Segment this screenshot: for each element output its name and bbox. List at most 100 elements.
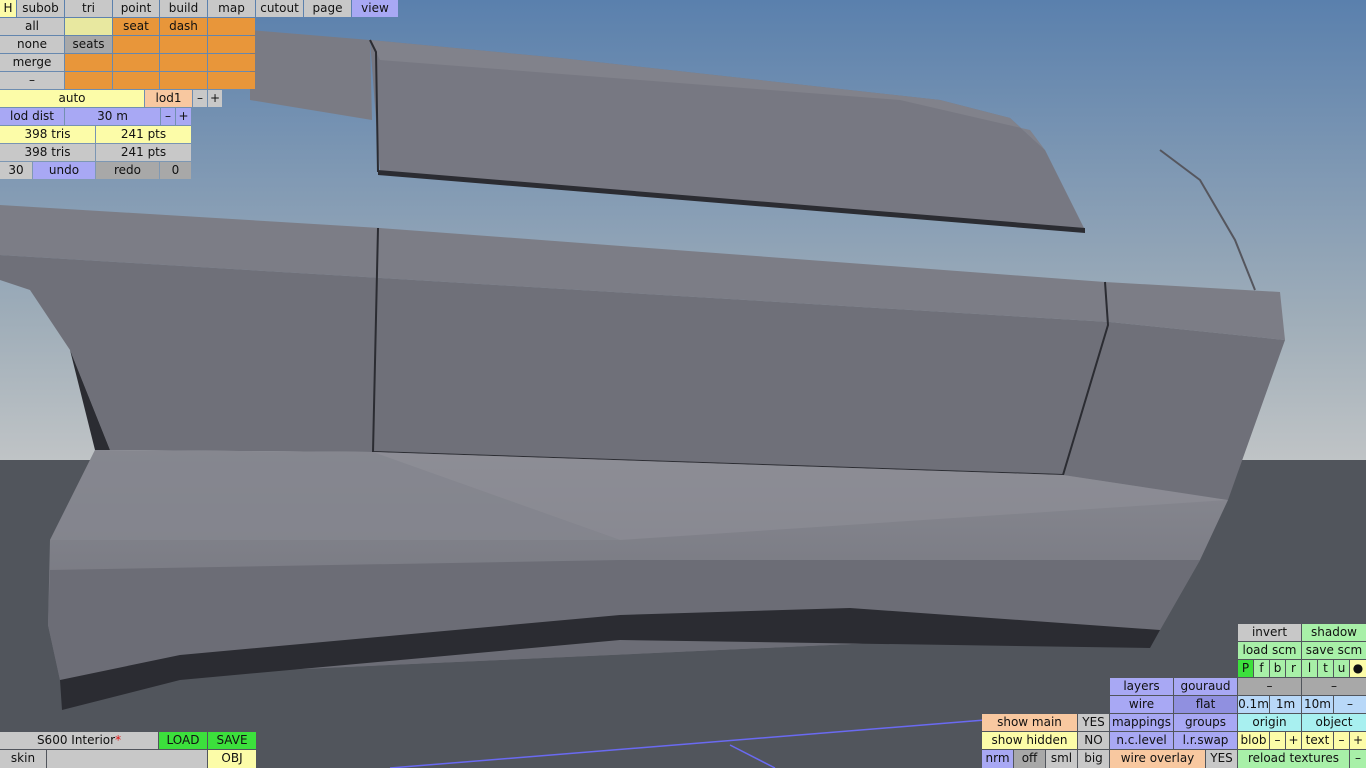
dash-button-1[interactable]: – bbox=[1238, 678, 1301, 695]
step-10m-button[interactable]: 10m bbox=[1302, 696, 1333, 713]
file-name: S600 Interior bbox=[36, 733, 116, 747]
lod-dist-value[interactable]: 30 m bbox=[65, 108, 160, 125]
flat-button[interactable]: flat bbox=[1174, 696, 1237, 713]
group-slot-g[interactable] bbox=[160, 54, 207, 71]
lod-level-button[interactable]: lod1 bbox=[145, 90, 192, 107]
tab-page[interactable]: page bbox=[304, 0, 351, 17]
group-slot-b[interactable] bbox=[113, 36, 159, 53]
undo-button[interactable]: undo bbox=[33, 162, 95, 179]
tab-point[interactable]: point bbox=[113, 0, 159, 17]
tab-cutout[interactable]: cutout bbox=[256, 0, 303, 17]
group-slot-i[interactable] bbox=[65, 72, 112, 89]
group-slot-e[interactable] bbox=[65, 54, 112, 71]
lod-dist-plus-button[interactable]: + bbox=[176, 108, 191, 125]
redo-count: 0 bbox=[160, 162, 191, 179]
group-slot-c[interactable] bbox=[160, 36, 207, 53]
lod-minus-button[interactable]: – bbox=[193, 90, 207, 107]
dash-button-2[interactable]: – bbox=[1302, 678, 1366, 695]
lod-dist-minus-button[interactable]: – bbox=[161, 108, 175, 125]
obj-button[interactable]: OBJ bbox=[208, 750, 256, 768]
invert-button[interactable]: invert bbox=[1238, 624, 1301, 641]
origin-button[interactable]: origin bbox=[1238, 714, 1301, 731]
lod-plus-button[interactable]: + bbox=[208, 90, 222, 107]
mappings-button[interactable]: mappings bbox=[1110, 714, 1173, 731]
group-slot-d[interactable] bbox=[208, 36, 255, 53]
reload-textures-button[interactable]: reload textures bbox=[1238, 750, 1349, 768]
dot-icon[interactable]: ● bbox=[1350, 660, 1366, 677]
text-button[interactable]: text bbox=[1302, 732, 1333, 749]
normals-sml-button[interactable]: sml bbox=[1046, 750, 1077, 768]
lod-dist-label: lod dist bbox=[0, 108, 64, 125]
wire-overlay-toggle[interactable]: YES bbox=[1206, 750, 1237, 768]
tri-count: 398 tris bbox=[0, 126, 95, 143]
seat-group-button[interactable]: seat bbox=[113, 18, 159, 35]
show-main-toggle[interactable]: YES bbox=[1078, 714, 1109, 731]
step-1m-button[interactable]: 1m bbox=[1270, 696, 1301, 713]
step-01m-button[interactable]: 0.1m bbox=[1238, 696, 1269, 713]
group-slot-h[interactable] bbox=[208, 54, 255, 71]
normals-big-button[interactable]: big bbox=[1078, 750, 1109, 768]
object-button[interactable]: object bbox=[1302, 714, 1366, 731]
point-count-2: 241 pts bbox=[96, 144, 191, 161]
tab-view[interactable]: view bbox=[352, 0, 398, 17]
groups-button[interactable]: groups bbox=[1174, 714, 1237, 731]
text-minus-button[interactable]: – bbox=[1334, 732, 1349, 749]
normals-off-button[interactable]: off bbox=[1014, 750, 1045, 768]
view-f-button[interactable]: f bbox=[1254, 660, 1269, 677]
group-slot-f[interactable] bbox=[113, 54, 159, 71]
file-name-field[interactable]: S600 Interior* bbox=[0, 732, 158, 749]
show-main-label: show main bbox=[982, 714, 1077, 731]
blob-plus-button[interactable]: + bbox=[1286, 732, 1301, 749]
view-t-button[interactable]: t bbox=[1318, 660, 1333, 677]
blob-button[interactable]: blob bbox=[1238, 732, 1269, 749]
seats-group-button[interactable]: seats bbox=[65, 36, 112, 53]
reload-minus-button[interactable]: – bbox=[1350, 750, 1366, 768]
view-p-button[interactable]: P bbox=[1238, 660, 1253, 677]
step-minus-button[interactable]: – bbox=[1334, 696, 1366, 713]
shadow-button[interactable]: shadow bbox=[1302, 624, 1366, 641]
redo-button[interactable]: redo bbox=[96, 162, 159, 179]
load-scm-button[interactable]: load scm bbox=[1238, 642, 1301, 659]
lr-swap-button[interactable]: l.r.swap bbox=[1174, 732, 1237, 749]
point-count: 241 pts bbox=[96, 126, 191, 143]
skin-field[interactable] bbox=[47, 750, 207, 768]
selection-slot-1[interactable] bbox=[65, 18, 112, 35]
save-scm-button[interactable]: save scm bbox=[1302, 642, 1366, 659]
group-slot-j[interactable] bbox=[113, 72, 159, 89]
tab-map[interactable]: map bbox=[208, 0, 255, 17]
view-r-button[interactable]: r bbox=[1286, 660, 1301, 677]
tab-build[interactable]: build bbox=[160, 0, 207, 17]
view-u-button[interactable]: u bbox=[1334, 660, 1349, 677]
gouraud-button[interactable]: gouraud bbox=[1174, 678, 1237, 695]
layers-button[interactable]: layers bbox=[1110, 678, 1173, 695]
normals-nrm-button[interactable]: nrm bbox=[982, 750, 1013, 768]
show-hidden-toggle[interactable]: NO bbox=[1078, 732, 1109, 749]
view-b-button[interactable]: b bbox=[1270, 660, 1285, 677]
select-none-button[interactable]: none bbox=[0, 36, 64, 53]
show-hidden-label: show hidden bbox=[982, 732, 1077, 749]
group-slot-l[interactable] bbox=[208, 72, 255, 89]
tab-subob[interactable]: subob bbox=[17, 0, 64, 17]
skin-label: skin bbox=[0, 750, 46, 768]
view-l-button[interactable]: l bbox=[1302, 660, 1317, 677]
minus-button[interactable]: – bbox=[0, 72, 64, 89]
tri-count-2: 398 tris bbox=[0, 144, 95, 161]
text-plus-button[interactable]: + bbox=[1350, 732, 1366, 749]
blob-minus-button[interactable]: – bbox=[1270, 732, 1285, 749]
undo-count: 30 bbox=[0, 162, 32, 179]
wire-overlay-label: wire overlay bbox=[1110, 750, 1205, 768]
group-slot-k[interactable] bbox=[160, 72, 207, 89]
select-all-button[interactable]: all bbox=[0, 18, 64, 35]
lod-auto-button[interactable]: auto bbox=[0, 90, 144, 107]
nc-level-button[interactable]: n.c.level bbox=[1110, 732, 1173, 749]
3d-viewport[interactable] bbox=[0, 0, 1366, 768]
h-button[interactable]: H bbox=[0, 0, 16, 17]
modified-mark: * bbox=[115, 733, 122, 747]
wire-button[interactable]: wire bbox=[1110, 696, 1173, 713]
group-slot-a[interactable] bbox=[208, 18, 255, 35]
merge-button[interactable]: merge bbox=[0, 54, 64, 71]
tab-tri[interactable]: tri bbox=[65, 0, 112, 17]
load-button[interactable]: LOAD bbox=[159, 732, 207, 749]
dash-group-button[interactable]: dash bbox=[160, 18, 207, 35]
save-button[interactable]: SAVE bbox=[208, 732, 256, 749]
